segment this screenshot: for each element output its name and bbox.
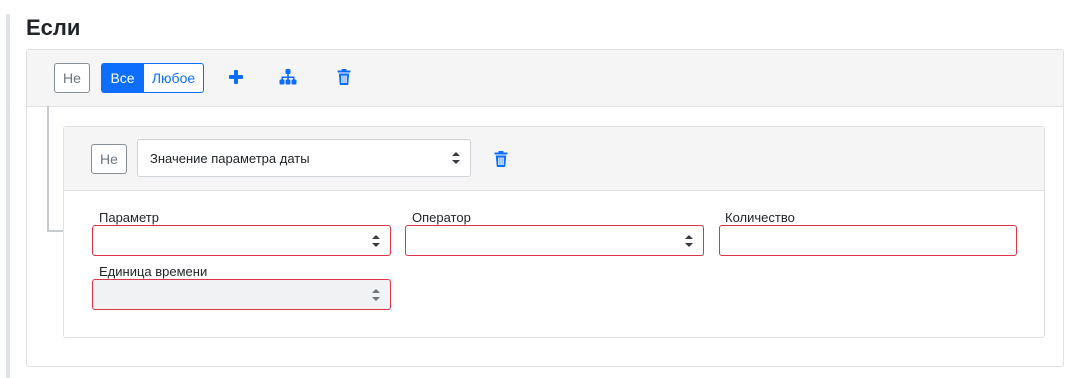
rule-card: Не Значение параметра даты Параметр Опер… xyxy=(63,126,1045,338)
trash-icon xyxy=(494,151,508,167)
select-caret-icon xyxy=(372,234,380,247)
delete-group-button[interactable] xyxy=(334,67,354,87)
rule-type-select[interactable]: Значение параметра даты xyxy=(137,139,471,177)
rule-header: Не Значение параметра даты xyxy=(64,127,1044,191)
rule-type-value: Значение параметра даты xyxy=(150,150,310,166)
section-left-rule xyxy=(6,14,10,378)
parameter-select[interactable] xyxy=(92,225,391,256)
select-caret-icon xyxy=(372,288,380,301)
sitemap-icon xyxy=(279,69,297,85)
group-any-button[interactable]: Любое xyxy=(144,63,204,93)
select-caret-icon xyxy=(685,234,693,247)
select-caret-icon xyxy=(452,152,460,164)
delete-rule-button[interactable] xyxy=(491,149,511,169)
group-all-button[interactable]: Все xyxy=(101,63,144,93)
tree-connector-line xyxy=(47,106,63,232)
quantity-label: Количество xyxy=(725,210,795,225)
rule-not-toggle[interactable]: Не xyxy=(91,144,127,174)
quantity-input[interactable] xyxy=(719,225,1017,256)
parameter-label: Параметр xyxy=(99,210,159,225)
add-group-button[interactable] xyxy=(278,67,298,87)
time-unit-label: Единица времени xyxy=(99,264,208,279)
group-not-toggle[interactable]: Не xyxy=(54,63,90,93)
section-title: Если xyxy=(26,15,81,40)
operator-label: Оператор xyxy=(412,210,471,225)
add-rule-button[interactable] xyxy=(226,67,246,87)
time-unit-select[interactable] xyxy=(92,279,391,310)
trash-icon xyxy=(337,69,351,85)
operator-select[interactable] xyxy=(405,225,704,256)
plus-icon xyxy=(229,70,243,84)
rule-group-header: Не Все Любое xyxy=(27,50,1063,107)
